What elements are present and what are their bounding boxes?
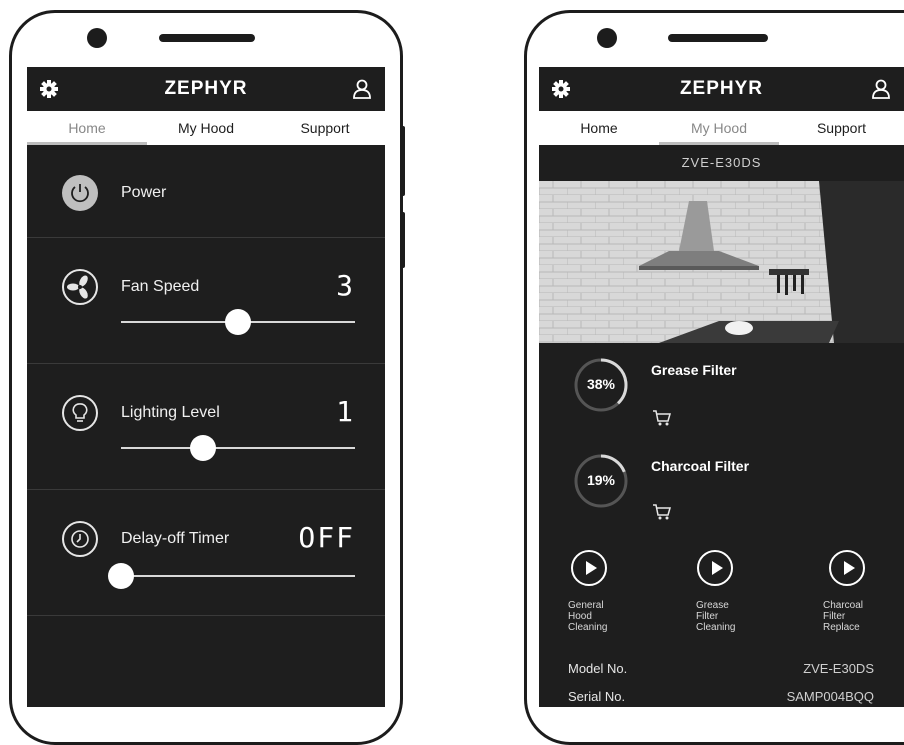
delay-off-timer-track	[121, 575, 355, 577]
charcoal-filter-percent: 19%	[586, 472, 616, 488]
play-icon	[586, 561, 597, 575]
video-label-charcoal-filter-replace: Charcoal Filter Replace	[823, 600, 864, 633]
tab-my-hood[interactable]: My Hood	[659, 111, 779, 145]
volume-button	[400, 126, 405, 196]
fan-speed-label: Fan Speed	[121, 278, 200, 295]
lighting-level-value: 1	[336, 395, 355, 428]
fan-speed-slider-knob[interactable]	[225, 309, 251, 335]
serial-number-label: Serial No.	[568, 689, 626, 704]
delay-off-timer-label: Delay-off Timer	[121, 530, 230, 547]
lighting-level-label: Lighting Level	[121, 404, 220, 421]
user-icon[interactable]	[870, 78, 892, 100]
serial-number-value: SAMP004BQQ	[786, 689, 874, 704]
model-number-label: Model No.	[568, 661, 628, 676]
home-screen: ZEPHYR Home My Hood Support Power Fan Sp…	[27, 67, 385, 707]
hood-model-title: ZVE-E30DS	[681, 155, 762, 170]
video-label-grease-filter-cleaning: Grease Filter Cleaning	[696, 600, 736, 633]
video-label-general-hood-cleaning: General Hood Cleaning	[568, 600, 608, 633]
power-row[interactable]: Power	[27, 145, 385, 238]
top-bar: ZEPHYR	[27, 67, 385, 111]
active-tab-indicator	[659, 142, 779, 145]
charcoal-filter-label: Charcoal Filter	[651, 458, 750, 474]
power-icon[interactable]	[62, 175, 98, 211]
bulb-icon	[62, 395, 98, 431]
lighting-level-slider-knob[interactable]	[189, 435, 216, 461]
fan-speed-row: Fan Speed 3	[27, 237, 385, 364]
top-bar: ZEPHYR	[539, 67, 904, 111]
grease-filter-label: Grease Filter	[651, 362, 737, 378]
power-label: Power	[121, 184, 167, 201]
cart-icon[interactable]	[652, 503, 672, 521]
play-icon	[712, 561, 723, 575]
user-icon[interactable]	[351, 78, 373, 100]
front-camera	[597, 28, 617, 48]
hood-photo	[539, 181, 904, 343]
tab-my-hood[interactable]: My Hood	[147, 111, 265, 145]
tab-support[interactable]: Support	[265, 111, 385, 145]
play-grease-filter-cleaning-button[interactable]	[697, 550, 733, 586]
brand-logo: ZEPHYR	[164, 78, 248, 99]
earpiece-speaker	[668, 34, 768, 42]
delay-off-timer-slider-knob[interactable]	[108, 563, 134, 589]
lighting-level-track	[121, 447, 355, 449]
earpiece-speaker	[159, 34, 255, 42]
my-hood-screen: ZEPHYR Home My Hood Support ZVE-E30DS 38…	[539, 67, 904, 707]
play-charcoal-filter-replace-button[interactable]	[829, 550, 865, 586]
fan-speed-value: 3	[336, 269, 355, 302]
grease-filter-percent: 38%	[586, 376, 616, 392]
play-icon	[844, 561, 855, 575]
tab-home[interactable]: Home	[539, 111, 659, 145]
delay-off-timer-value: OFF	[298, 521, 355, 554]
tab-bar: Home My Hood Support	[27, 111, 385, 145]
fan-icon	[62, 269, 98, 305]
tab-support[interactable]: Support	[779, 111, 904, 145]
charcoal-filter-gauge: 19%	[573, 453, 629, 509]
play-general-hood-cleaning-button[interactable]	[571, 550, 607, 586]
front-camera	[87, 28, 107, 48]
power-side-button	[400, 212, 405, 268]
tab-home[interactable]: Home	[27, 111, 147, 145]
timer-row: Delay-off Timer OFF	[27, 489, 385, 616]
tab-bar: Home My Hood Support	[539, 111, 904, 145]
clock-icon	[62, 521, 98, 557]
brand-logo: ZEPHYR	[679, 78, 764, 99]
cart-icon[interactable]	[652, 409, 672, 427]
model-number-value: ZVE-E30DS	[803, 661, 874, 676]
lighting-row: Lighting Level 1	[27, 363, 385, 490]
grease-filter-gauge: 38%	[573, 357, 629, 413]
